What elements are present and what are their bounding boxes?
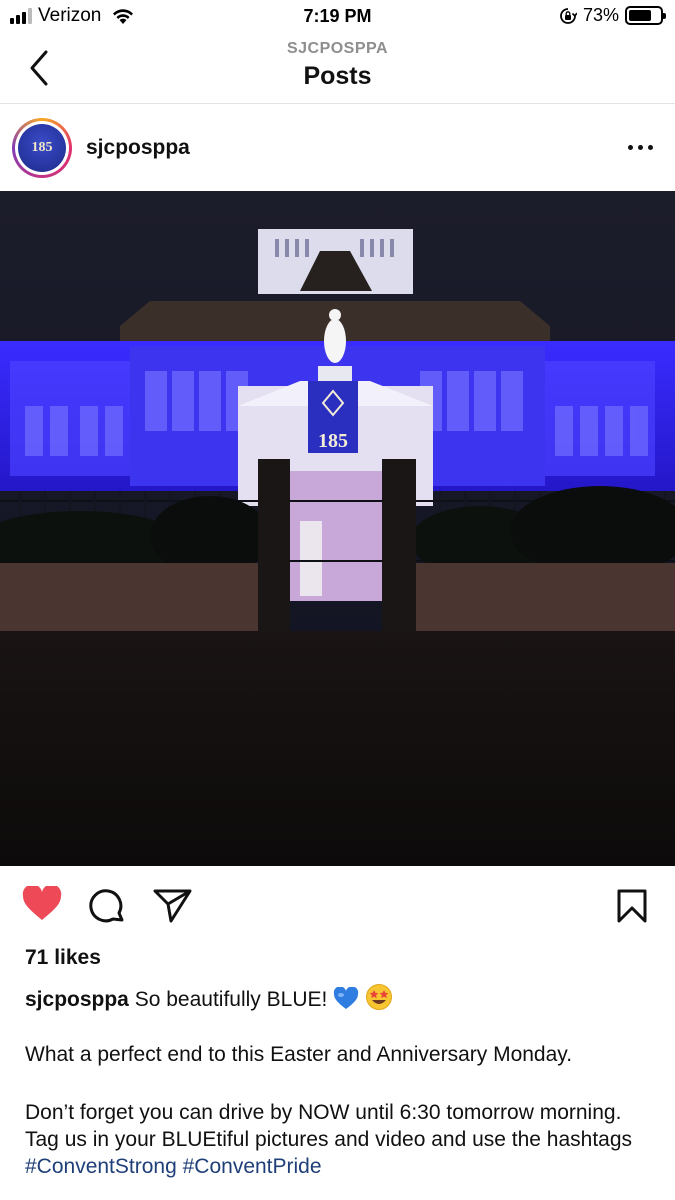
more-horizontal-icon bbox=[628, 145, 633, 150]
hashtag-link[interactable]: #ConventStrong bbox=[25, 1155, 177, 1178]
caption-line1: sjcposppa So beautifully BLUE! bbox=[25, 983, 655, 1013]
likes-count[interactable]: 71 likes bbox=[25, 946, 101, 970]
page-title: Posts bbox=[303, 62, 372, 90]
nav-subtitle: SJCPOSPPA bbox=[286, 40, 389, 57]
avatar: 185 bbox=[18, 124, 66, 172]
battery-icon bbox=[625, 6, 666, 25]
status-right: 73% bbox=[559, 5, 666, 26]
avatar-text: 185 bbox=[31, 140, 53, 155]
action-bar bbox=[0, 866, 675, 946]
heart-icon bbox=[22, 884, 62, 920]
caption-username[interactable]: sjcposppa bbox=[25, 988, 129, 1011]
star-struck-emoji bbox=[366, 984, 393, 1010]
battery-level bbox=[629, 10, 651, 21]
bookmark-icon bbox=[617, 889, 647, 923]
blue-heart-emoji bbox=[334, 987, 359, 1009]
building-photo: 185 bbox=[0, 191, 675, 866]
battery-percent: 73% bbox=[582, 5, 619, 25]
caption-paragraph-3: Don’t forget you can drive by NOW until … bbox=[25, 1099, 655, 1180]
rotation-lock-icon bbox=[560, 7, 577, 24]
send-icon bbox=[153, 889, 192, 923]
status-bar: Verizon 7:19 PM 73% bbox=[0, 0, 675, 34]
comment-icon bbox=[89, 889, 124, 923]
more-options-button[interactable] bbox=[628, 145, 653, 150]
like-button[interactable] bbox=[22, 884, 62, 927]
nav-header: SJCPOSPPA Posts bbox=[0, 34, 675, 104]
post-photo[interactable]: 185 bbox=[0, 191, 675, 866]
caption-paragraph-2: What a perfect end to this Easter and An… bbox=[25, 1043, 573, 1066]
hashtag-link[interactable]: #ConventPride bbox=[183, 1155, 322, 1178]
caption-paragraph-3-text: Don’t forget you can drive by NOW until … bbox=[25, 1101, 633, 1151]
comment-button[interactable] bbox=[89, 888, 127, 931]
photo-badge-text: 185 bbox=[318, 430, 348, 452]
post-header: 185 sjcposppa bbox=[0, 105, 675, 191]
share-button[interactable] bbox=[153, 888, 193, 929]
story-ring[interactable]: 185 bbox=[12, 118, 72, 178]
post-username[interactable]: sjcposppa bbox=[86, 136, 190, 160]
caption-text: So beautifully BLUE! bbox=[134, 988, 328, 1011]
save-button[interactable] bbox=[616, 888, 648, 929]
